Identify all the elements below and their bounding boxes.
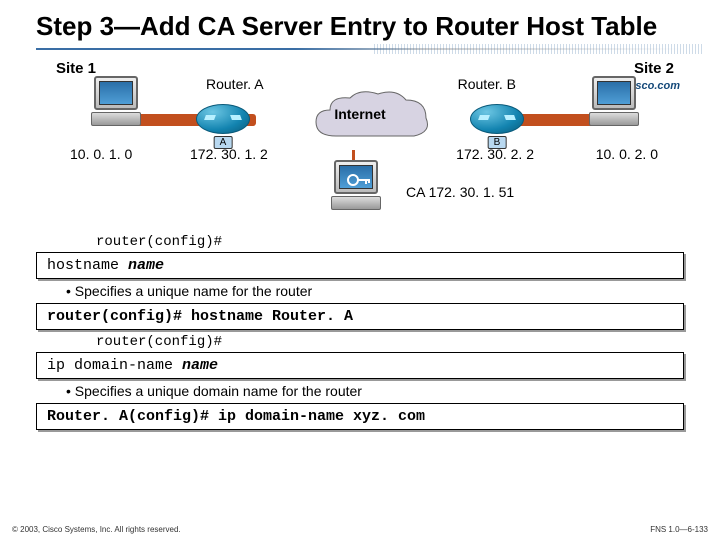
- router-a-letter: A: [214, 136, 233, 149]
- cmd-arg: name: [128, 257, 164, 274]
- prompt-1: router(config)#: [96, 234, 684, 250]
- ca-label: CA 172. 30. 1. 51: [406, 184, 514, 200]
- slide-number: FNS 1.0—6-133: [650, 525, 708, 534]
- site1-label: Site 1: [56, 60, 96, 77]
- site2-label: Site 2: [634, 60, 674, 77]
- cmd: hostname: [47, 257, 128, 274]
- bullet-1: Specifies a unique name for the router: [66, 283, 684, 299]
- slide: Step 3—Add CA Server Entry to Router Hos…: [0, 0, 720, 540]
- pc2-ip: 10. 0. 2. 0: [596, 146, 658, 162]
- page-title: Step 3—Add CA Server Entry to Router Hos…: [36, 12, 684, 42]
- router-a-name: Router. A: [206, 76, 264, 92]
- cmd-arg: name: [182, 357, 218, 374]
- pc1-ip: 10. 0. 1. 0: [70, 146, 132, 162]
- network-diagram: Site 1 Site 2 Router. A Router. B A B In…: [36, 60, 684, 230]
- tower-icon: [91, 112, 141, 126]
- hostname-example-box: router(config)# hostname Router. A: [36, 303, 684, 330]
- cmd: ip domain-name: [47, 357, 182, 374]
- tower-icon: [589, 112, 639, 126]
- hostname-syntax-box: hostname name: [36, 252, 684, 279]
- copyright: © 2003, Cisco Systems, Inc. All rights r…: [12, 525, 181, 534]
- monitor-icon: [334, 160, 378, 194]
- ca-server-icon: [326, 160, 386, 210]
- command-content: router(config)# hostname name Specifies …: [36, 234, 684, 430]
- router-a-icon: A: [196, 104, 250, 134]
- cloud-label: Internet: [334, 106, 385, 122]
- monitor-icon: [94, 76, 138, 110]
- title-rule: [36, 48, 684, 50]
- router-b-name: Router. B: [458, 76, 516, 92]
- monitor-icon: [592, 76, 636, 110]
- prompt-2: router(config)#: [96, 334, 684, 350]
- domain-example-box: Router. A(config)# ip domain-name xyz. c…: [36, 403, 684, 430]
- domain-syntax-box: ip domain-name name: [36, 352, 684, 379]
- router-b-letter: B: [488, 136, 507, 149]
- host-pc-left: [86, 76, 146, 126]
- bullet-2: Specifies a unique domain name for the r…: [66, 383, 684, 399]
- host-pc-right: [584, 76, 644, 126]
- router-b-icon: B: [470, 104, 524, 134]
- key-icon: [345, 168, 373, 192]
- tower-icon: [331, 196, 381, 210]
